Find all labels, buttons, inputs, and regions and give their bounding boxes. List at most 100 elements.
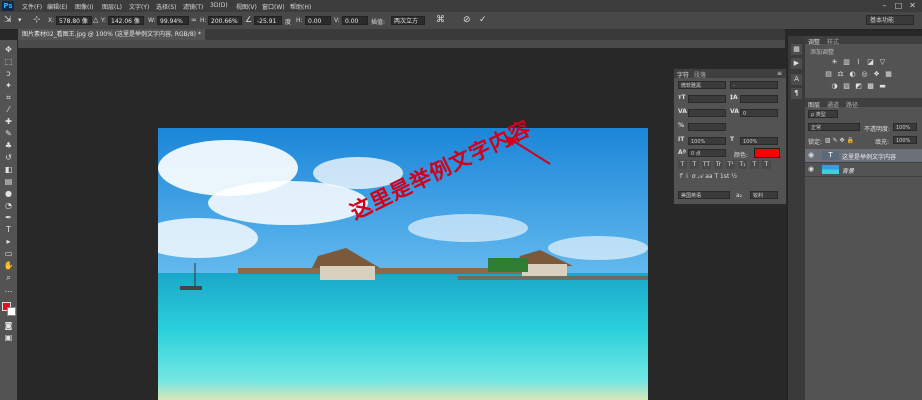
type-tool-icon[interactable]: T bbox=[2, 224, 15, 235]
actions-icon[interactable]: ▶ bbox=[791, 58, 802, 69]
selective-color-icon[interactable]: ▩ bbox=[866, 82, 875, 90]
font-family-select[interactable]: 微软雅黑 bbox=[678, 81, 726, 89]
minimize-button[interactable]: – bbox=[880, 1, 889, 10]
eraser-tool-icon[interactable]: ◧ bbox=[2, 164, 15, 175]
horizontal-scale-field[interactable]: 100% bbox=[740, 137, 778, 145]
blur-tool-icon[interactable]: ● bbox=[2, 188, 15, 199]
dropdown-arrow-icon[interactable]: ▾ bbox=[18, 15, 22, 25]
interpolation-select[interactable]: 两次立方 bbox=[391, 16, 425, 25]
reference-point-icon[interactable]: ⊹ bbox=[33, 15, 41, 25]
clone-stamp-tool-icon[interactable]: ♣ bbox=[2, 140, 15, 151]
workspace-select[interactable]: 基本功能 bbox=[866, 15, 914, 25]
layer-row-background[interactable]: ◉ 背景 bbox=[805, 163, 922, 177]
eyedropper-tool-icon[interactable]: ⁄ bbox=[2, 104, 15, 115]
width-field[interactable]: 99.94% bbox=[157, 16, 189, 25]
levels-icon[interactable]: ▥ bbox=[842, 58, 851, 66]
background-color-swatch[interactable] bbox=[7, 307, 16, 316]
path-selection-tool-icon[interactable]: ▸ bbox=[2, 236, 15, 247]
tab-layers[interactable]: 图层 bbox=[808, 100, 820, 109]
kerning-field[interactable] bbox=[688, 109, 726, 117]
link-icon[interactable]: ∞ bbox=[191, 15, 197, 25]
fill-field[interactable]: 100% bbox=[893, 136, 917, 144]
marquee-tool-icon[interactable]: ⬚ bbox=[2, 56, 15, 67]
delta-icon[interactable]: △ bbox=[93, 15, 98, 25]
quick-mask-icon[interactable]: ◙ bbox=[2, 320, 15, 331]
menu-layer[interactable]: 图层(L) bbox=[102, 2, 122, 11]
tab-paragraph[interactable]: 段落 bbox=[694, 70, 706, 79]
all-caps-button[interactable]: TT bbox=[702, 160, 711, 169]
layer-name[interactable]: 背景 bbox=[842, 166, 854, 175]
blend-mode-select[interactable]: 正常 bbox=[808, 123, 860, 131]
x-field[interactable]: 578.80 像 bbox=[56, 16, 92, 25]
more-tools-icon[interactable]: … bbox=[2, 284, 15, 295]
subscript-button[interactable]: T₁ bbox=[738, 160, 747, 169]
menu-file[interactable]: 文件(F) bbox=[22, 2, 42, 11]
underline-button[interactable]: T bbox=[750, 160, 759, 169]
invert-icon[interactable]: ◑ bbox=[830, 82, 839, 90]
warp-icon[interactable]: ⌘ bbox=[436, 15, 445, 25]
hand-tool-icon[interactable]: ✋ bbox=[2, 260, 15, 271]
character-icon[interactable]: A bbox=[791, 74, 802, 85]
y-field[interactable]: 142.06 像 bbox=[108, 16, 144, 25]
visibility-eye-icon[interactable]: ◉ bbox=[808, 165, 814, 173]
antialias-select[interactable]: 锐利 bbox=[750, 191, 778, 199]
color-lookup-icon[interactable]: ▦ bbox=[884, 70, 893, 78]
angle-field[interactable]: -25.91 bbox=[254, 16, 282, 25]
vskew-field[interactable]: 0.00 bbox=[342, 16, 368, 25]
small-caps-button[interactable]: Tr bbox=[714, 160, 723, 169]
magic-wand-tool-icon[interactable]: ✦ bbox=[2, 80, 15, 91]
tab-paths[interactable]: 路径 bbox=[846, 100, 858, 109]
font-size-field[interactable] bbox=[688, 95, 726, 103]
height-field[interactable]: 200.66% bbox=[208, 16, 242, 25]
language-select[interactable]: 美国英语 bbox=[678, 191, 730, 199]
baseline-shift-field[interactable]: 0 点 bbox=[688, 149, 726, 157]
visibility-eye-icon[interactable]: ◉ bbox=[808, 151, 814, 159]
paragraph-icon[interactable]: ¶ bbox=[791, 88, 802, 99]
layer-filter-select[interactable]: ρ 类型 bbox=[808, 110, 838, 118]
tab-channels[interactable]: 通道 bbox=[827, 100, 839, 109]
dodge-tool-icon[interactable]: ◔ bbox=[2, 200, 15, 211]
menu-window[interactable]: 窗口(W) bbox=[262, 2, 285, 11]
channel-mixer-icon[interactable]: ❖ bbox=[872, 70, 881, 78]
hue-saturation-icon[interactable]: ▤ bbox=[824, 70, 833, 78]
leading-field[interactable] bbox=[740, 95, 778, 103]
curves-icon[interactable]: ⌇ bbox=[854, 58, 863, 66]
zoom-tool-icon[interactable]: ⌕ bbox=[2, 272, 15, 283]
vibrance-icon[interactable]: ▽ bbox=[878, 58, 887, 66]
close-button[interactable]: ✕ bbox=[908, 1, 917, 10]
layer-name[interactable]: 这里是举例文字内容 bbox=[842, 152, 896, 161]
font-style-select[interactable]: - bbox=[730, 81, 778, 89]
black-white-icon[interactable]: ◐ bbox=[848, 70, 857, 78]
color-balance-icon[interactable]: ⚖ bbox=[836, 70, 845, 78]
document-image[interactable] bbox=[158, 128, 648, 400]
screen-mode-icon[interactable]: ▣ bbox=[2, 332, 15, 343]
opacity-field[interactable]: 100% bbox=[893, 123, 917, 131]
menu-edit[interactable]: 编辑(E) bbox=[47, 2, 67, 11]
maximize-button[interactable]: □ bbox=[894, 1, 903, 10]
menu-filter[interactable]: 滤镜(T) bbox=[183, 2, 203, 11]
pen-tool-icon[interactable]: ✒ bbox=[2, 212, 15, 223]
layer-row-text[interactable]: ◉ T 这里是举例文字内容 bbox=[805, 149, 922, 163]
brightness-contrast-icon[interactable]: ☀ bbox=[830, 58, 839, 66]
cancel-transform-icon[interactable]: ⊘ bbox=[463, 15, 471, 25]
history-brush-tool-icon[interactable]: ↺ bbox=[2, 152, 15, 163]
document-tab[interactable]: 图片素材02_看图王.jpg @ 100% (这里是举例文字内容, RGB/8)… bbox=[18, 29, 205, 40]
history-icon[interactable]: ▦ bbox=[791, 44, 802, 55]
menu-help[interactable]: 帮助(H) bbox=[290, 2, 311, 11]
faux-bold-button[interactable]: T bbox=[678, 160, 687, 169]
faux-italic-button[interactable]: T bbox=[690, 160, 699, 169]
menu-select[interactable]: 选择(S) bbox=[156, 2, 177, 11]
tsume-field[interactable] bbox=[688, 123, 726, 131]
photo-filter-icon[interactable]: ◎ bbox=[860, 70, 869, 78]
menu-image[interactable]: 图像(I) bbox=[75, 2, 93, 11]
superscript-button[interactable]: T¹ bbox=[726, 160, 735, 169]
posterize-icon[interactable]: ▨ bbox=[842, 82, 851, 90]
menu-3d[interactable]: 3D(D) bbox=[210, 2, 228, 9]
tab-adjustments[interactable]: 调整 bbox=[808, 37, 820, 46]
gradient-map-icon[interactable]: ▬ bbox=[878, 82, 887, 90]
text-color-swatch[interactable] bbox=[754, 148, 780, 158]
tab-character[interactable]: 字符 bbox=[677, 70, 689, 79]
opentype-buttons[interactable]: ｆｉ σ 𝒜 aa T 1st ½ bbox=[678, 173, 778, 181]
gradient-tool-icon[interactable]: ▤ bbox=[2, 176, 15, 187]
tab-styles[interactable]: 样式 bbox=[827, 37, 839, 46]
